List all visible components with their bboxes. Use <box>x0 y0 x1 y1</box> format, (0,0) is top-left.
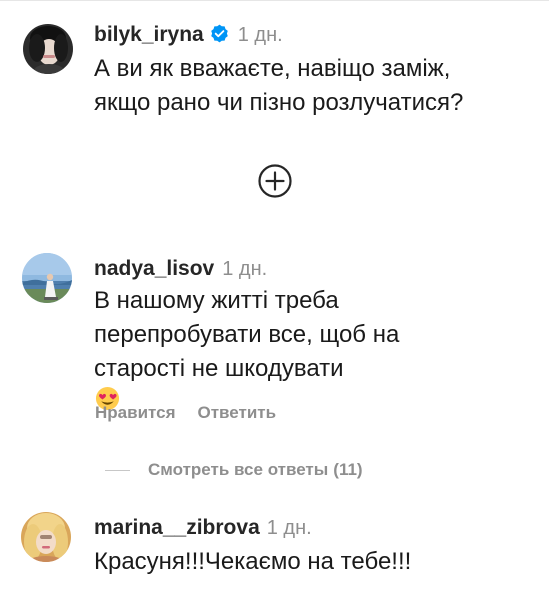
verified-badge-icon <box>210 24 229 43</box>
avatar[interactable] <box>22 253 72 303</box>
comment-text: В нашому житті треба перепробувати все, … <box>94 284 399 411</box>
plus-circle-icon[interactable] <box>257 163 293 199</box>
comment-time: 1 дн. <box>222 258 268 280</box>
comment-text: А ви як вважаєте, навіщо заміж, якщо ран… <box>94 52 463 120</box>
comment-header: marina__zibrova 1 дн. <box>94 516 312 540</box>
avatar[interactable] <box>23 24 73 74</box>
avatar[interactable] <box>21 512 71 562</box>
username[interactable]: marina__zibrova <box>94 516 260 540</box>
view-replies-label: Смотреть все ответы <box>148 460 329 479</box>
username[interactable]: bilyk_iryna <box>94 23 204 47</box>
reply-button[interactable]: Ответить <box>198 403 277 423</box>
comment-text-line-content: старості не шкодувати <box>94 355 344 382</box>
comment-header: bilyk_iryna 1 дн. <box>94 22 283 47</box>
comment-text-line: перепробувати все, щоб на <box>94 321 400 348</box>
comment-text-line: А ви як вважаєте, навіщо заміж, <box>94 55 451 82</box>
top-divider <box>0 0 549 1</box>
like-button[interactable]: Нравится <box>95 403 176 423</box>
comment-time: 1 дн. <box>237 24 283 46</box>
comment-header: nadya_lisov 1 дн. <box>94 257 267 281</box>
comment-text: Красуня!!!Чекаємо на тебе!!! <box>94 545 411 579</box>
username[interactable]: nadya_lisov <box>94 257 214 281</box>
comment-actions: Нравится Ответить <box>95 403 276 423</box>
replies-divider-line <box>105 469 130 471</box>
comment-text-line: В нашому житті треба <box>94 287 339 314</box>
comment-time: 1 дн. <box>266 517 312 539</box>
comment-text-line: Красуня!!!Чекаємо на тебе!!! <box>94 548 412 575</box>
view-replies-button[interactable]: Смотреть все ответы (11) <box>105 460 363 480</box>
comment-text-line: якщо рано чи пізно розлучатися? <box>94 89 464 116</box>
replies-count: (11) <box>333 460 363 479</box>
